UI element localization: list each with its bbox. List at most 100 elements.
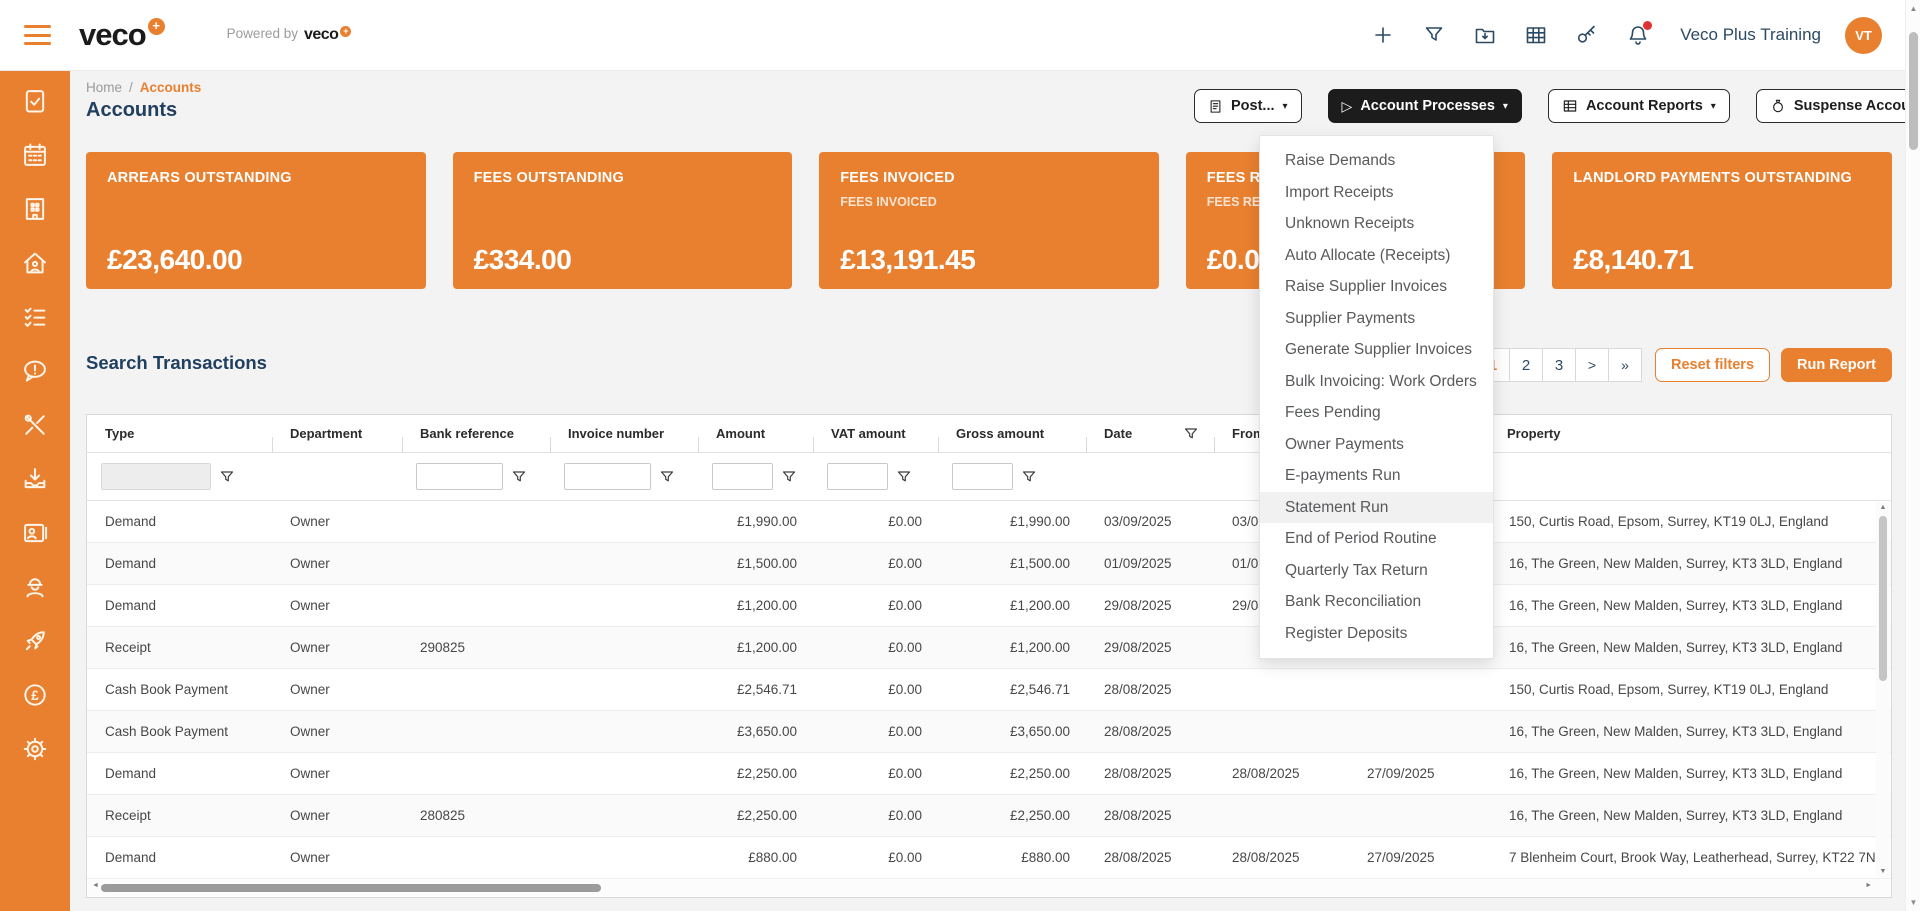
page-2-button[interactable]: 2 bbox=[1509, 348, 1543, 382]
table-row[interactable]: Demand Owner £880.00 £0.00 £880.00 28/08… bbox=[87, 837, 1891, 879]
invoice-number-filter-input[interactable] bbox=[564, 463, 651, 490]
tools-icon[interactable] bbox=[21, 411, 49, 439]
account-name[interactable]: Veco Plus Training bbox=[1680, 25, 1821, 45]
menu-item[interactable]: Raise Demands bbox=[1260, 145, 1493, 177]
window-scroll-thumb[interactable] bbox=[1909, 32, 1918, 150]
scroll-left-icon[interactable]: ◄ bbox=[92, 882, 99, 889]
scroll-down-icon[interactable]: ▼ bbox=[1876, 868, 1890, 875]
run-report-button[interactable]: Run Report bbox=[1781, 348, 1892, 382]
worker-icon[interactable] bbox=[21, 573, 49, 601]
account-processes-menu: Raise Demands Import Receipts Unknown Re… bbox=[1259, 135, 1494, 659]
calendar-icon[interactable] bbox=[21, 141, 49, 169]
table-vertical-scrollbar[interactable]: ▲ ▼ bbox=[1876, 502, 1890, 877]
table-row[interactable]: Demand Owner £1,990.00 £0.00 £1,990.00 0… bbox=[87, 501, 1891, 543]
column-header-amount[interactable]: Amount bbox=[698, 426, 813, 453]
window-scrollbar[interactable]: ▲ ▼ bbox=[1905, 0, 1920, 911]
menu-item[interactable]: Supplier Payments bbox=[1260, 303, 1493, 335]
menu-item[interactable]: Bank Reconciliation bbox=[1260, 586, 1493, 618]
vat-amount-funnel-icon[interactable] bbox=[897, 470, 911, 483]
table-row[interactable]: Cash Book Payment Owner £3,650.00 £0.00 … bbox=[87, 711, 1891, 753]
bank-reference-funnel-icon[interactable] bbox=[512, 470, 526, 483]
page-3-button[interactable]: 3 bbox=[1542, 348, 1576, 382]
menu-item[interactable]: Quarterly Tax Return bbox=[1260, 555, 1493, 587]
table-row[interactable]: Cash Book Payment Owner £2,546.71 £0.00 … bbox=[87, 669, 1891, 711]
menu-item[interactable]: E-payments Run bbox=[1260, 460, 1493, 492]
chat-alert-icon[interactable] bbox=[21, 357, 49, 385]
table-row[interactable]: Demand Owner £2,250.00 £0.00 £2,250.00 2… bbox=[87, 753, 1891, 795]
menu-item[interactable]: Statement Run bbox=[1260, 491, 1493, 523]
breadcrumb-home[interactable]: Home bbox=[86, 80, 122, 95]
download-tray-icon[interactable] bbox=[21, 465, 49, 493]
last-page-button[interactable]: » bbox=[1608, 348, 1642, 382]
kpi-card[interactable]: ARREARS OUTSTANDING £23,640.00 bbox=[86, 152, 426, 289]
reset-filters-button[interactable]: Reset filters bbox=[1655, 348, 1771, 382]
column-header-bank-reference[interactable]: Bank reference bbox=[402, 426, 550, 453]
next-page-button[interactable]: > bbox=[1575, 348, 1609, 382]
vat-amount-filter-input[interactable] bbox=[827, 463, 888, 490]
column-header-gross-amount[interactable]: Gross amount bbox=[938, 426, 1086, 453]
rocket-icon[interactable] bbox=[21, 627, 49, 655]
menu-item[interactable]: Fees Pending bbox=[1260, 397, 1493, 429]
menu-item[interactable]: Unknown Receipts bbox=[1260, 208, 1493, 240]
cell-property: 16, The Green, New Malden, Surrey, KT3 3… bbox=[1509, 556, 1843, 571]
scroll-up-icon[interactable]: ▲ bbox=[1876, 504, 1890, 511]
column-header-vat-amount[interactable]: VAT amount bbox=[813, 426, 938, 453]
pound-icon[interactable]: £ bbox=[21, 681, 49, 709]
scroll-up-icon[interactable]: ▲ bbox=[1906, 4, 1920, 13]
post-button[interactable]: Post... ▾ bbox=[1194, 89, 1302, 123]
table-row[interactable]: Demand Owner £1,200.00 £0.00 £1,200.00 2… bbox=[87, 585, 1891, 627]
scroll-right-icon[interactable]: ► bbox=[1865, 882, 1872, 889]
table-row[interactable]: Demand Owner £1,500.00 £0.00 £1,500.00 0… bbox=[87, 543, 1891, 585]
date-filter-icon[interactable] bbox=[1184, 427, 1198, 440]
column-header-property[interactable]: Property bbox=[1489, 426, 1891, 453]
table-row[interactable]: Receipt Owner 290825 £1,200.00 £0.00 £1,… bbox=[87, 627, 1891, 669]
clipboard-check-icon[interactable] bbox=[21, 87, 49, 115]
menu-item[interactable]: Raise Supplier Invoices bbox=[1260, 271, 1493, 303]
building-icon[interactable] bbox=[21, 195, 49, 223]
amount-filter-input[interactable] bbox=[712, 463, 773, 490]
gross-amount-funnel-icon[interactable] bbox=[1022, 470, 1036, 483]
gross-amount-filter-input[interactable] bbox=[952, 463, 1013, 490]
menu-item[interactable]: End of Period Routine bbox=[1260, 523, 1493, 555]
plus-icon[interactable] bbox=[1371, 23, 1395, 47]
menu-item[interactable]: Generate Supplier Invoices bbox=[1260, 334, 1493, 366]
menu-item[interactable]: Owner Payments bbox=[1260, 429, 1493, 461]
kpi-card[interactable]: FEES OUTSTANDING £334.00 bbox=[452, 152, 793, 289]
table-icon[interactable] bbox=[1524, 23, 1548, 47]
invoice-number-funnel-icon[interactable] bbox=[660, 470, 674, 483]
kpi-card[interactable]: LANDLORD PAYMENTS OUTSTANDING £8,140.71 bbox=[1552, 152, 1892, 289]
user-avatar[interactable]: VT bbox=[1845, 16, 1882, 54]
folder-download-icon[interactable] bbox=[1473, 23, 1497, 47]
column-header-department[interactable]: Department bbox=[272, 426, 402, 453]
cell-type: Receipt bbox=[105, 640, 151, 655]
checklist-icon[interactable] bbox=[21, 303, 49, 331]
gear-icon[interactable] bbox=[21, 735, 49, 763]
vertical-scroll-thumb[interactable] bbox=[1879, 516, 1887, 681]
account-processes-button[interactable]: ▷ Account Processes ▾ bbox=[1327, 89, 1522, 123]
column-header-invoice-number[interactable]: Invoice number bbox=[550, 426, 698, 453]
table-row[interactable]: Receipt Owner 280825 £2,250.00 £0.00 £2,… bbox=[87, 795, 1891, 837]
menu-item[interactable]: Import Receipts bbox=[1260, 177, 1493, 209]
hamburger-menu-icon[interactable] bbox=[24, 25, 51, 45]
menu-item[interactable]: Bulk Invoicing: Work Orders bbox=[1260, 366, 1493, 398]
cell-amount: £2,250.00 bbox=[736, 808, 797, 823]
home-person-icon[interactable] bbox=[21, 249, 49, 277]
breadcrumb-current: Accounts bbox=[139, 80, 202, 95]
column-header-date[interactable]: Date bbox=[1086, 426, 1214, 453]
kpi-card[interactable]: FEES INVOICED FEES INVOICED £13,191.45 bbox=[819, 152, 1159, 289]
column-header-type[interactable]: Type bbox=[87, 426, 272, 441]
contact-card-icon[interactable] bbox=[21, 519, 49, 547]
suspense-accounts-button[interactable]: Suspense Accounts bbox=[1755, 89, 1920, 123]
menu-item[interactable]: Register Deposits bbox=[1260, 618, 1493, 650]
bell-icon[interactable] bbox=[1626, 21, 1653, 47]
horizontal-scroll-thumb[interactable] bbox=[101, 884, 601, 892]
table-horizontal-scrollbar[interactable]: ◄ ► bbox=[88, 878, 1890, 896]
bank-reference-filter-input[interactable] bbox=[416, 463, 503, 490]
menu-item[interactable]: Auto Allocate (Receipts) bbox=[1260, 240, 1493, 272]
account-reports-button[interactable]: Account Reports ▾ bbox=[1547, 89, 1730, 123]
filter-icon[interactable] bbox=[1422, 23, 1446, 47]
scroll-down-icon[interactable]: ▼ bbox=[1906, 898, 1920, 907]
type-filter-funnel-icon[interactable] bbox=[220, 470, 234, 483]
amount-funnel-icon[interactable] bbox=[782, 470, 796, 483]
key-icon[interactable] bbox=[1575, 23, 1599, 47]
